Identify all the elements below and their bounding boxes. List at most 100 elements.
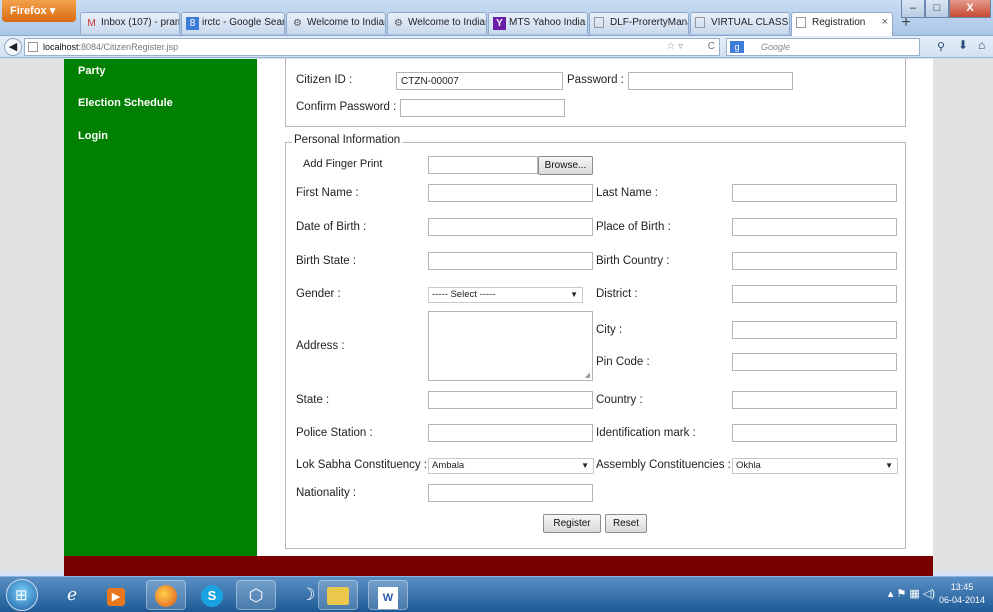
close-window-button[interactable]: X <box>949 0 991 18</box>
gender-selected-value: ----- Select ----- <box>432 289 496 300</box>
tab-registration[interactable]: Registration × <box>791 12 893 36</box>
firefox-menu-button[interactable]: Firefox ▾ <box>2 0 76 22</box>
bookmark-star-icon[interactable]: ☆ ▿ <box>666 39 683 55</box>
browse-button[interactable]: Browse... <box>538 156 593 175</box>
account-section <box>285 57 906 127</box>
finger-print-label: Add Finger Print <box>303 158 383 170</box>
first-name-field[interactable] <box>428 184 593 202</box>
google-search-engine-icon[interactable]: g <box>730 41 744 53</box>
country-field[interactable] <box>732 391 897 409</box>
internet-explorer-icon[interactable]: ℯ <box>52 580 92 610</box>
file-explorer-icon[interactable] <box>318 580 358 610</box>
lok-sabha-constituency-select[interactable]: Ambala ▼ <box>428 458 594 474</box>
lok-sabha-selected-value: Ambala <box>432 460 465 471</box>
sidebar-item-login[interactable]: Login <box>78 130 108 142</box>
gmail-icon: M <box>87 18 96 29</box>
network-icon[interactable]: ▦ <box>909 588 919 600</box>
password-field[interactable] <box>628 72 793 90</box>
tab-inbox[interactable]: M Inbox (107) - pram... <box>80 12 180 34</box>
sidebar-item-party[interactable]: Party <box>78 65 106 77</box>
download-icon[interactable]: ⬇ <box>958 38 968 52</box>
firefox-taskbar-icon[interactable] <box>146 580 186 610</box>
tab-label: DLF-ProrertyMana... <box>610 17 688 28</box>
navigation-bar: ◀ localhost:8084/CitizenRegister.jsp ☆ ▿… <box>0 36 993 58</box>
tray-expand-icon[interactable]: ▴ <box>888 588 894 600</box>
identification-mark-field[interactable] <box>732 424 897 442</box>
search-icon[interactable]: ⚲ <box>937 39 945 55</box>
tab-label: Registration <box>812 17 866 28</box>
citizen-id-label: Citizen ID : <box>296 74 353 86</box>
birth-state-label: Birth State : <box>296 255 357 267</box>
country-label: Country : <box>596 394 643 406</box>
finger-print-file-field[interactable] <box>428 156 538 174</box>
window-controls: – □ X <box>901 0 991 20</box>
firefox-icon <box>155 585 177 607</box>
taskbar-clock[interactable]: 13:45 06-04-2014 <box>939 581 985 607</box>
windows-taskbar: ⊞ ℯ ▶ S ⬡ ☽ W ▴ ⚑ ▦ ◁) 13:45 06-04-2014 <box>0 576 993 612</box>
url-path: :8084/CitizenRegister.jsp <box>78 42 179 52</box>
personal-information-legend: Personal Information <box>292 134 403 146</box>
blank-page-icon <box>695 17 705 28</box>
birth-state-field[interactable] <box>428 252 593 270</box>
tab-google-search[interactable]: 8 irctc - Google Search <box>181 12 285 34</box>
city-label: City : <box>596 324 623 336</box>
police-station-label: Police Station : <box>296 427 373 439</box>
pin-code-field[interactable] <box>732 353 897 371</box>
birth-country-field[interactable] <box>732 252 897 270</box>
state-label: State : <box>296 394 330 406</box>
address-textarea[interactable]: ◢ <box>428 311 593 381</box>
home-icon[interactable]: ⌂ <box>978 38 985 52</box>
minimize-button[interactable]: – <box>901 0 925 18</box>
blank-page-icon <box>594 17 604 28</box>
site-identity-icon[interactable] <box>28 42 38 52</box>
tab-welcome-indian-1[interactable]: ⚙ Welcome to Indian ... <box>286 12 386 34</box>
close-tab-icon[interactable]: × <box>882 16 888 28</box>
chevron-down-icon: ▼ <box>581 461 589 470</box>
maximize-button[interactable]: □ <box>925 0 949 18</box>
assembly-constituencies-select[interactable]: Okhla ▼ <box>732 458 898 474</box>
google-icon: 8 <box>186 17 199 30</box>
skype-s-icon: S <box>201 585 223 607</box>
reset-button[interactable]: Reset <box>605 514 647 533</box>
search-bar[interactable]: g Google ⚲ <box>726 38 945 56</box>
action-center-flag-icon[interactable]: ⚑ <box>896 588 906 600</box>
sidebar-item-election-schedule[interactable]: Election Schedule <box>78 97 173 109</box>
date-of-birth-field[interactable] <box>428 218 593 236</box>
first-name-label: First Name : <box>296 187 359 199</box>
back-button[interactable]: ◀ <box>4 38 22 56</box>
virtualbox-icon[interactable]: ⬡ <box>236 580 276 610</box>
word-icon[interactable]: W <box>368 580 408 610</box>
district-label: District : <box>596 288 638 300</box>
citizen-id-field[interactable] <box>396 72 563 90</box>
chevron-down-icon: ▼ <box>570 290 578 299</box>
gender-select[interactable]: ----- Select ----- ▼ <box>428 287 583 303</box>
personal-information-section <box>285 142 906 549</box>
play-icon: ▶ <box>107 588 125 606</box>
tab-virtual-class[interactable]: VIRTUAL CLASS RO... <box>690 12 790 34</box>
site-gear-icon: ⚙ <box>394 18 403 29</box>
media-player-icon[interactable]: ▶ <box>96 580 136 610</box>
district-field[interactable] <box>732 285 897 303</box>
city-field[interactable] <box>732 321 897 339</box>
police-station-field[interactable] <box>428 424 593 442</box>
confirm-password-label: Confirm Password : <box>296 101 397 113</box>
tab-label: irctc - Google Search <box>202 17 284 28</box>
place-of-birth-field[interactable] <box>732 218 897 236</box>
resize-grip-icon[interactable]: ◢ <box>585 371 590 379</box>
skype-icon[interactable]: S <box>192 580 232 610</box>
volume-icon[interactable]: ◁) <box>923 588 935 600</box>
nationality-field[interactable] <box>428 484 593 502</box>
start-button[interactable]: ⊞ <box>6 579 38 611</box>
clock-time: 13:45 <box>950 582 974 592</box>
pin-code-label: Pin Code : <box>596 356 650 368</box>
tab-yahoo[interactable]: Y MTS Yahoo India <box>488 12 588 34</box>
tab-dlf[interactable]: DLF-ProrertyMana... <box>589 12 689 34</box>
register-button[interactable]: Register <box>543 514 601 533</box>
last-name-field[interactable] <box>732 184 897 202</box>
url-bar[interactable]: localhost:8084/CitizenRegister.jsp ☆ ▿ C <box>24 38 720 56</box>
browser-tab-bar: Firefox ▾ M Inbox (107) - pram... 8 irct… <box>0 0 993 36</box>
tab-welcome-indian-2[interactable]: ⚙ Welcome to Indian ... <box>387 12 487 34</box>
reload-icon[interactable]: C <box>708 39 715 55</box>
confirm-password-field[interactable] <box>400 99 565 117</box>
state-field[interactable] <box>428 391 593 409</box>
